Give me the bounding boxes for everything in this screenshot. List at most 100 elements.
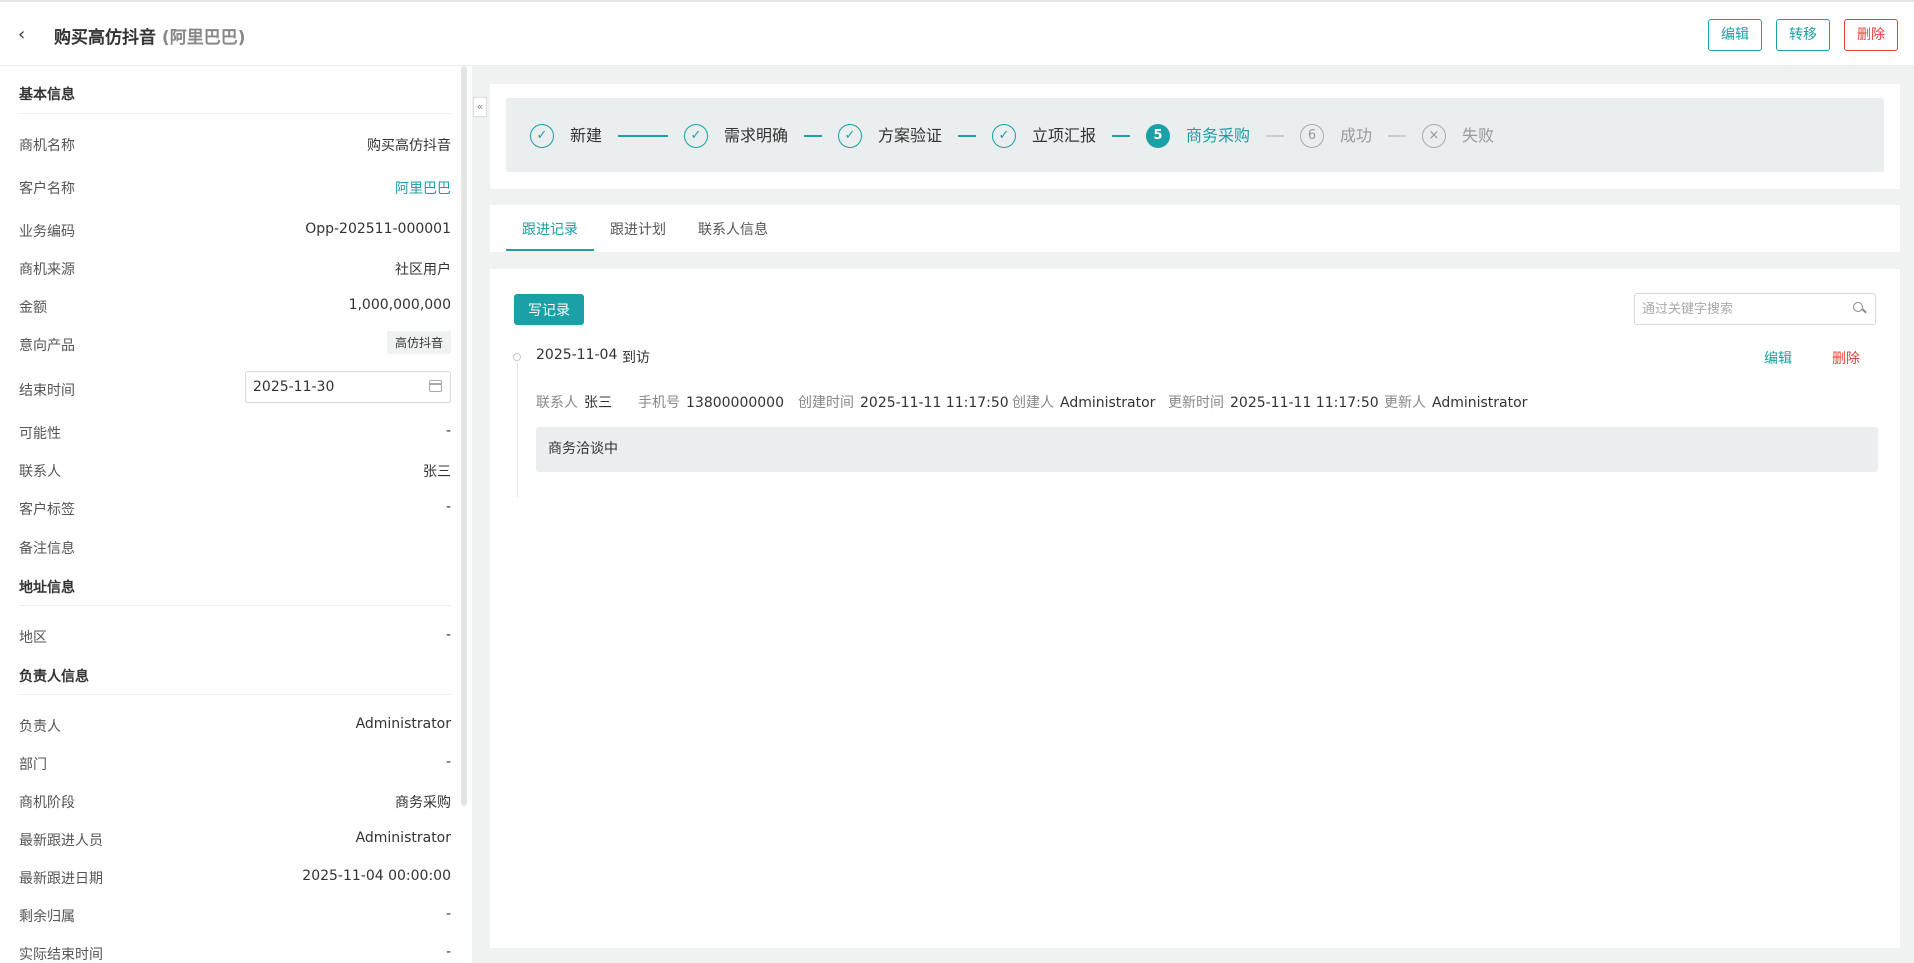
search-icon[interactable]: [1853, 302, 1866, 315]
meta-key: 更新时间: [1168, 395, 1224, 411]
section-title-basic: 基本信息: [19, 87, 75, 103]
field-value: -: [445, 754, 451, 770]
step-connector: [618, 135, 668, 137]
check-icon: ✓: [530, 124, 554, 148]
calendar-icon[interactable]: [429, 380, 442, 392]
step-label: 商务采购: [1186, 126, 1251, 145]
customer-link[interactable]: 阿里巴巴: [395, 178, 451, 198]
step-label: 方案验证: [878, 126, 943, 145]
field-label: 部门: [19, 757, 47, 773]
field-customer-name: 客户名称 阿里巴巴: [19, 178, 451, 200]
step-connector: [804, 135, 822, 137]
section-title-owner: 负责人信息: [19, 669, 89, 685]
collapse-panel-icon[interactable]: «: [473, 97, 487, 117]
field-latest-follow-date: 最新跟进日期 2025-11-04 00:00:00: [19, 868, 451, 890]
step-label: 失败: [1462, 126, 1495, 145]
meta-key: 联系人: [536, 395, 578, 411]
field-label: 地区: [19, 630, 47, 646]
field-value: 2025-11-04 00:00:00: [302, 868, 451, 884]
meta-value: 2025-11-11 11:17:50: [1230, 395, 1379, 411]
divider: [19, 605, 451, 606]
date-value: 2025-11-30: [253, 379, 335, 395]
field-label: 结束时间: [19, 383, 75, 399]
field-label: 剩余归属: [19, 909, 75, 925]
field-region: 地区 -: [19, 627, 451, 649]
step-number: 5: [1146, 124, 1170, 148]
meta-value: 13800000000: [686, 395, 784, 411]
meta-value: 张三: [584, 395, 612, 411]
stage-progress-card: ✓ 新建 ✓ 需求明确 ✓ 方案验证 ✓ 立项汇报 5 商务采购 6 成功 × …: [490, 84, 1900, 189]
field-value: 张三: [423, 464, 451, 480]
field-value: 商务采购: [395, 795, 451, 811]
record-date: 2025-11-04: [536, 347, 618, 363]
field-actual-end-date: 实际结束时间 -: [19, 944, 451, 963]
product-tag: 高仿抖音: [386, 331, 451, 354]
field-label: 负责人: [19, 719, 61, 735]
check-icon: ✓: [992, 124, 1016, 148]
panel-scrollbar[interactable]: [461, 66, 467, 806]
divider: [19, 694, 451, 695]
field-source: 商机来源 社区用户: [19, 259, 451, 281]
meta-value: Administrator: [1432, 395, 1528, 411]
field-value: -: [445, 906, 451, 922]
transfer-button[interactable]: 转移: [1776, 19, 1830, 51]
records-panel: 写记录 2025-11-04 到访 编辑 删除 联系人张三 手机号 1380000…: [490, 269, 1900, 948]
close-icon: ×: [1422, 124, 1446, 148]
page-title: 购买高仿抖音 (阿里巴巴): [54, 23, 245, 48]
field-value: 购买高仿抖音: [367, 138, 451, 154]
record-delete-link[interactable]: 删除: [1832, 348, 1860, 368]
delete-button[interactable]: 删除: [1844, 19, 1898, 51]
field-label: 可能性: [19, 426, 61, 442]
record-edit-link[interactable]: 编辑: [1764, 348, 1792, 368]
check-icon: ✓: [684, 124, 708, 148]
field-label: 最新跟进人员: [19, 833, 103, 849]
field-probability: 可能性 -: [19, 423, 451, 445]
chevron-left-icon[interactable]: ‹: [18, 24, 25, 45]
field-label: 客户名称: [19, 181, 75, 197]
record-meta-phone: 手机号 13800000000: [638, 392, 784, 412]
field-label: 商机来源: [19, 262, 75, 278]
page-header: ‹ 购买高仿抖音 (阿里巴巴) 编辑 转移 删除: [0, 0, 1914, 66]
field-value: 1,000,000,000: [348, 297, 451, 313]
section-title-address: 地址信息: [19, 580, 75, 596]
detail-panel: 基本信息 商机名称 购买高仿抖音 客户名称 阿里巴巴 业务编码 Opp-2025…: [0, 66, 472, 963]
step-label: 立项汇报: [1032, 126, 1097, 145]
field-value: Opp-202511-000001: [305, 221, 451, 237]
meta-key: 创建人: [1012, 395, 1054, 411]
field-end-date: 结束时间 2025-11-30: [19, 371, 451, 403]
field-value: -: [445, 423, 451, 439]
field-value: Administrator: [355, 830, 451, 846]
meta-key: 创建时间: [798, 395, 854, 411]
field-product: 意向产品 高仿抖音: [19, 331, 451, 357]
step-connector: [1266, 135, 1284, 137]
tab-follow-plan[interactable]: 跟进计划: [610, 219, 666, 239]
active-tab-indicator: [506, 249, 594, 251]
field-department: 部门 -: [19, 754, 451, 776]
record-type: 到访: [622, 350, 650, 366]
write-record-button[interactable]: 写记录: [514, 294, 584, 325]
field-opportunity-name: 商机名称 购买高仿抖音: [19, 135, 451, 157]
record-meta-contact: 联系人 张三: [536, 392, 612, 412]
tab-follow-records[interactable]: 跟进记录: [522, 219, 578, 239]
field-label: 客户标签: [19, 502, 75, 518]
record-meta-created: 创建时间 2025-11-11 11:17:50: [798, 392, 1009, 412]
field-customer-tags: 客户标签 -: [19, 499, 451, 521]
end-date-picker[interactable]: 2025-11-30: [245, 371, 451, 403]
divider: [19, 113, 451, 114]
step-connector: [1388, 135, 1406, 137]
timeline-line: [517, 363, 518, 497]
edit-button[interactable]: 编辑: [1708, 19, 1762, 51]
field-value: -: [445, 944, 451, 960]
field-label: 商机阶段: [19, 795, 75, 811]
field-label: 备注信息: [19, 541, 75, 557]
meta-key: 手机号: [638, 395, 680, 411]
timeline-dot: [513, 353, 521, 361]
search-box: [1634, 293, 1876, 325]
field-business-code: 业务编码 Opp-202511-000001: [19, 221, 451, 243]
meta-value: Administrator: [1060, 395, 1156, 411]
stage-steps: ✓ 新建 ✓ 需求明确 ✓ 方案验证 ✓ 立项汇报 5 商务采购 6 成功 × …: [506, 98, 1884, 172]
search-input[interactable]: [1642, 299, 1842, 319]
record-meta-creator: 创建人 Administrator: [1012, 392, 1155, 412]
field-stage: 商机阶段 商务采购: [19, 792, 451, 814]
tab-contacts[interactable]: 联系人信息: [698, 219, 768, 239]
